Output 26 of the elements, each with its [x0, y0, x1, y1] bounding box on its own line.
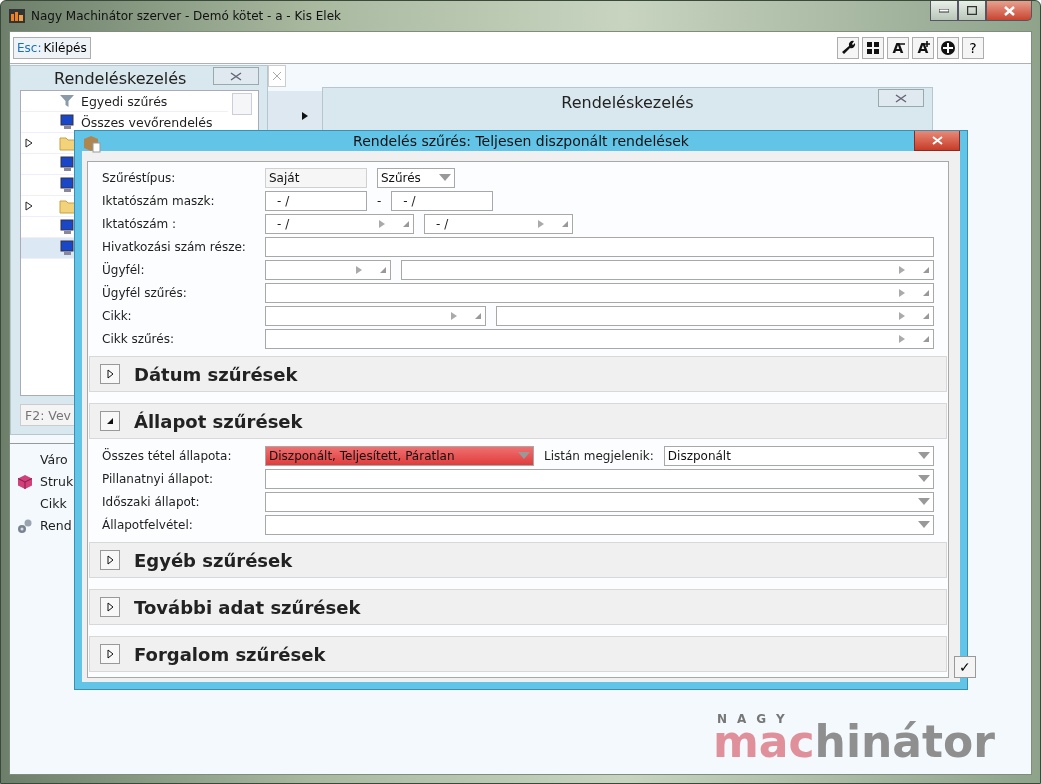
panel-title: Rendeléskezelés: [54, 68, 187, 88]
field-label: Ügyfél:: [102, 262, 146, 277]
field-label: Időszaki állapot:: [102, 494, 201, 509]
field-label: Pillanatnyi állapot:: [102, 471, 214, 486]
window-title: Nagy Machinátor szerver - Demó kötet - a - Kis Elek: [31, 9, 342, 23]
filter-type-field: Saját: [265, 167, 367, 188]
section-title: Egyéb szűrések: [134, 549, 293, 571]
section-title: További adat szűrések: [134, 596, 361, 618]
field-label: Ügyfél szűrés:: [102, 285, 188, 300]
field-label: Cikk:: [102, 308, 133, 323]
dialog-title: Rendelés szűrés: Teljesen diszponált rendelések: [353, 133, 689, 149]
panel-title: Rendeléskezelés: [561, 92, 694, 112]
field-label: Cikk szűrés:: [102, 331, 175, 346]
tree-item-label: Összes vevőrendelés: [81, 114, 213, 130]
field-label: Szűréstípus:: [102, 170, 177, 185]
field-label: Iktatószám :: [102, 216, 178, 231]
section-title: Állapot szűrések: [134, 410, 303, 432]
field-label: Hivatkozási szám része:: [102, 239, 247, 254]
section-title: Forgalom szűrések: [134, 643, 326, 665]
field-label: Összes tétel állapota:: [102, 448, 233, 463]
range-separator: -: [377, 193, 382, 208]
field-label: Állapotfelvétel:: [102, 517, 194, 532]
field-label: Iktatószám maszk:: [102, 193, 216, 208]
section-title: Dátum szűrések: [134, 363, 298, 385]
tree-item-label: Egyedi szűrés: [81, 93, 168, 109]
field-label: Listán megjelenik:: [544, 448, 654, 463]
